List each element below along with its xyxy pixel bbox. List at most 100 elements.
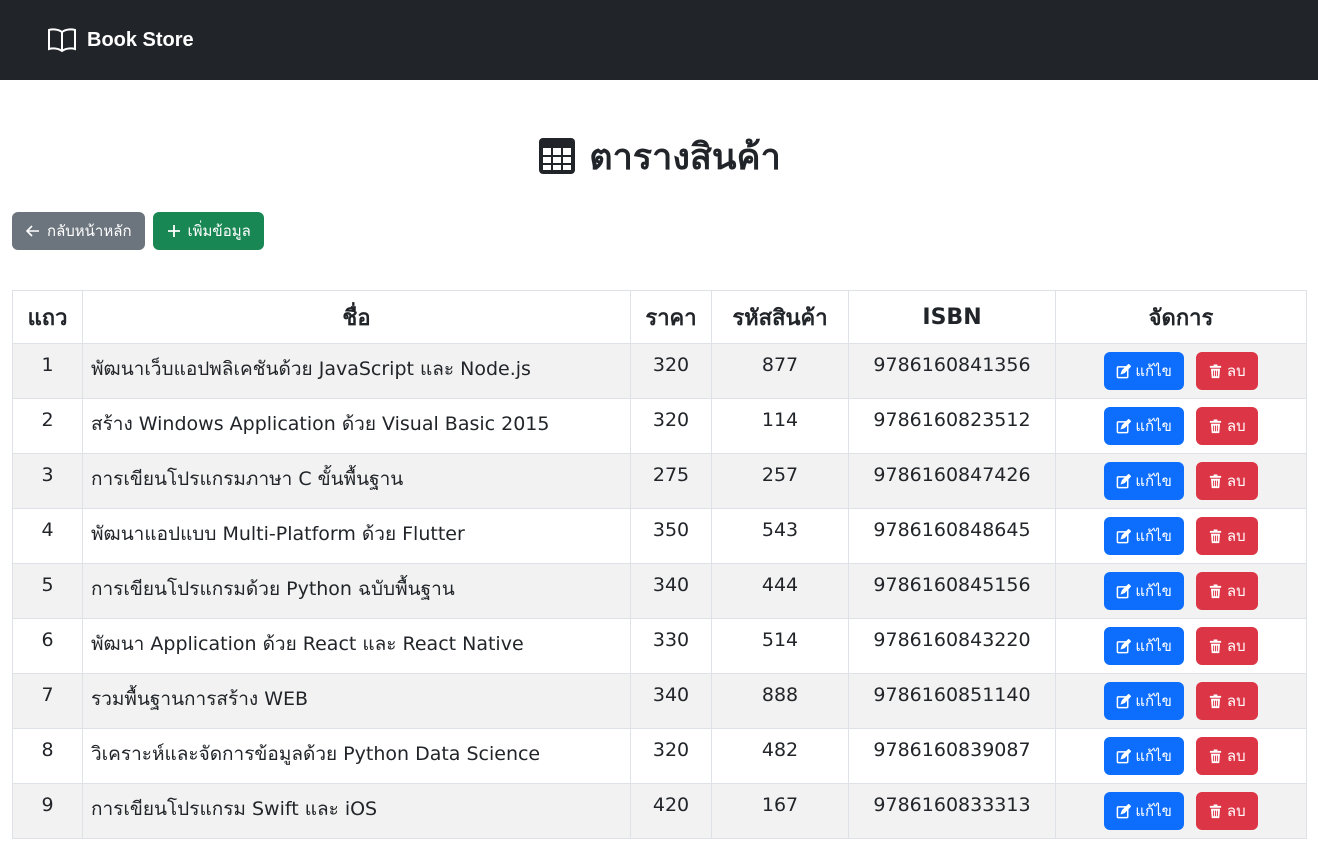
brand-link[interactable]: Book Store [47, 27, 194, 53]
products-table: แถว ชื่อ ราคา รหัสสินค้า ISBN จัดการ 1 พั… [12, 290, 1307, 839]
cell-isbn: 9786160843220 [848, 618, 1056, 674]
edit-icon [1117, 583, 1132, 598]
delete-label: ลบ [1226, 582, 1246, 600]
delete-button[interactable]: ลบ [1195, 792, 1258, 830]
plus-icon [167, 225, 180, 237]
edit-button[interactable]: แก้ไข [1104, 792, 1184, 830]
cell-price: 320 [630, 398, 712, 454]
edit-icon [1117, 418, 1132, 433]
trash-icon [1209, 803, 1222, 818]
navbar: Book Store [0, 0, 1318, 80]
table-row: 6 พัฒนา Application ด้วย React และ React … [12, 618, 1307, 674]
edit-button[interactable]: แก้ไข [1104, 517, 1184, 555]
trash-icon [1209, 473, 1222, 488]
cell-row-number: 4 [12, 508, 83, 564]
trash-icon [1209, 693, 1222, 708]
edit-icon [1117, 473, 1132, 488]
header-price: ราคา [630, 290, 712, 344]
delete-button[interactable]: ลบ [1195, 517, 1258, 555]
edit-button[interactable]: แก้ไข [1104, 572, 1184, 610]
edit-icon [1117, 748, 1132, 763]
cell-actions: แก้ไข ลบ [1055, 728, 1307, 784]
delete-label: ลบ [1226, 417, 1246, 435]
delete-button[interactable]: ลบ [1195, 737, 1258, 775]
back-home-button[interactable]: กลับหน้าหลัก [12, 212, 145, 250]
cell-isbn: 9786160847426 [848, 453, 1056, 509]
cell-actions: แก้ไข ลบ [1055, 783, 1307, 839]
cell-isbn: 9786160833313 [848, 783, 1056, 839]
cell-price: 330 [630, 618, 712, 674]
edit-icon [1117, 803, 1132, 818]
delete-label: ลบ [1226, 692, 1246, 710]
delete-button[interactable]: ลบ [1195, 627, 1258, 665]
cell-actions: แก้ไข ลบ [1055, 398, 1307, 454]
cell-row-number: 3 [12, 453, 83, 509]
cell-row-number: 6 [12, 618, 83, 674]
cell-actions: แก้ไข ลบ [1055, 343, 1307, 399]
table-row: 1 พัฒนาเว็บแอปพลิเคชันด้วย JavaScript และ… [12, 343, 1307, 399]
delete-label: ลบ [1226, 472, 1246, 490]
cell-price: 420 [630, 783, 712, 839]
table-row: 3 การเขียนโปรแกรมภาษา C ขั้นพื้นฐาน 275 257… [12, 453, 1307, 509]
cell-product-code: 444 [711, 563, 849, 619]
header-manage: จัดการ [1055, 290, 1307, 344]
delete-button[interactable]: ลบ [1195, 462, 1258, 500]
edit-button[interactable]: แก้ไข [1104, 352, 1184, 390]
edit-label: แก้ไข [1135, 362, 1172, 380]
cell-row-number: 9 [12, 783, 83, 839]
cell-actions: แก้ไข ลบ [1055, 618, 1307, 674]
cell-price: 350 [630, 508, 712, 564]
trash-icon [1209, 638, 1222, 653]
table-header-row: แถว ชื่อ ราคา รหัสสินค้า ISBN จัดการ [12, 290, 1307, 344]
delete-button[interactable]: ลบ [1195, 682, 1258, 720]
add-data-button[interactable]: เพิ่มข้อมูล [152, 212, 264, 250]
edit-label: แก้ไข [1135, 802, 1172, 820]
delete-label: ลบ [1226, 527, 1246, 545]
edit-button[interactable]: แก้ไข [1104, 407, 1184, 445]
cell-name: การเขียนโปรแกรม Swift และ iOS [82, 783, 631, 839]
trash-icon [1209, 528, 1222, 543]
cell-isbn: 9786160845156 [848, 563, 1056, 619]
cell-actions: แก้ไข ลบ [1055, 508, 1307, 564]
delete-button[interactable]: ลบ [1195, 352, 1258, 390]
cell-product-code: 257 [711, 453, 849, 509]
header-product-code: รหัสสินค้า [711, 290, 849, 344]
edit-label: แก้ไข [1135, 417, 1172, 435]
arrow-left-icon [25, 225, 39, 237]
edit-icon [1117, 638, 1132, 653]
cell-product-code: 877 [711, 343, 849, 399]
edit-button[interactable]: แก้ไข [1104, 737, 1184, 775]
cell-name: สร้าง Windows Application ด้วย Visual Ba… [82, 398, 631, 454]
cell-actions: แก้ไข ลบ [1055, 563, 1307, 619]
cell-price: 320 [630, 343, 712, 399]
cell-name: พัฒนาแอปแบบ Multi-Platform ด้วย Flutter [82, 508, 631, 564]
cell-name: พัฒนา Application ด้วย React และ React N… [82, 618, 631, 674]
edit-button[interactable]: แก้ไข [1104, 462, 1184, 500]
cell-row-number: 1 [12, 343, 83, 399]
cell-name: วิเคราะห์และจัดการข้อมูลด้วย Python Data… [82, 728, 631, 784]
cell-isbn: 9786160841356 [848, 343, 1056, 399]
cell-isbn: 9786160848645 [848, 508, 1056, 564]
delete-button[interactable]: ลบ [1195, 572, 1258, 610]
cell-product-code: 514 [711, 618, 849, 674]
header-name: ชื่อ [82, 290, 631, 344]
cell-row-number: 7 [12, 673, 83, 729]
cell-price: 320 [630, 728, 712, 784]
table-row: 4 พัฒนาแอปแบบ Multi-Platform ด้วย Flutter… [12, 508, 1307, 564]
delete-label: ลบ [1226, 637, 1246, 655]
cell-product-code: 543 [711, 508, 849, 564]
edit-label: แก้ไข [1135, 472, 1172, 490]
trash-icon [1209, 583, 1222, 598]
table-row: 8 วิเคราะห์และจัดการข้อมูลด้วย Python Dat… [12, 728, 1307, 784]
page-header: ตารางสินค้า [0, 80, 1318, 212]
trash-icon [1209, 418, 1222, 433]
cell-price: 340 [630, 673, 712, 729]
edit-button[interactable]: แก้ไข [1104, 627, 1184, 665]
cell-actions: แก้ไข ลบ [1055, 453, 1307, 509]
delete-label: ลบ [1226, 362, 1246, 380]
brand-name: Book Store [87, 28, 194, 51]
delete-button[interactable]: ลบ [1195, 407, 1258, 445]
cell-product-code: 482 [711, 728, 849, 784]
edit-button[interactable]: แก้ไข [1104, 682, 1184, 720]
delete-label: ลบ [1226, 802, 1246, 820]
